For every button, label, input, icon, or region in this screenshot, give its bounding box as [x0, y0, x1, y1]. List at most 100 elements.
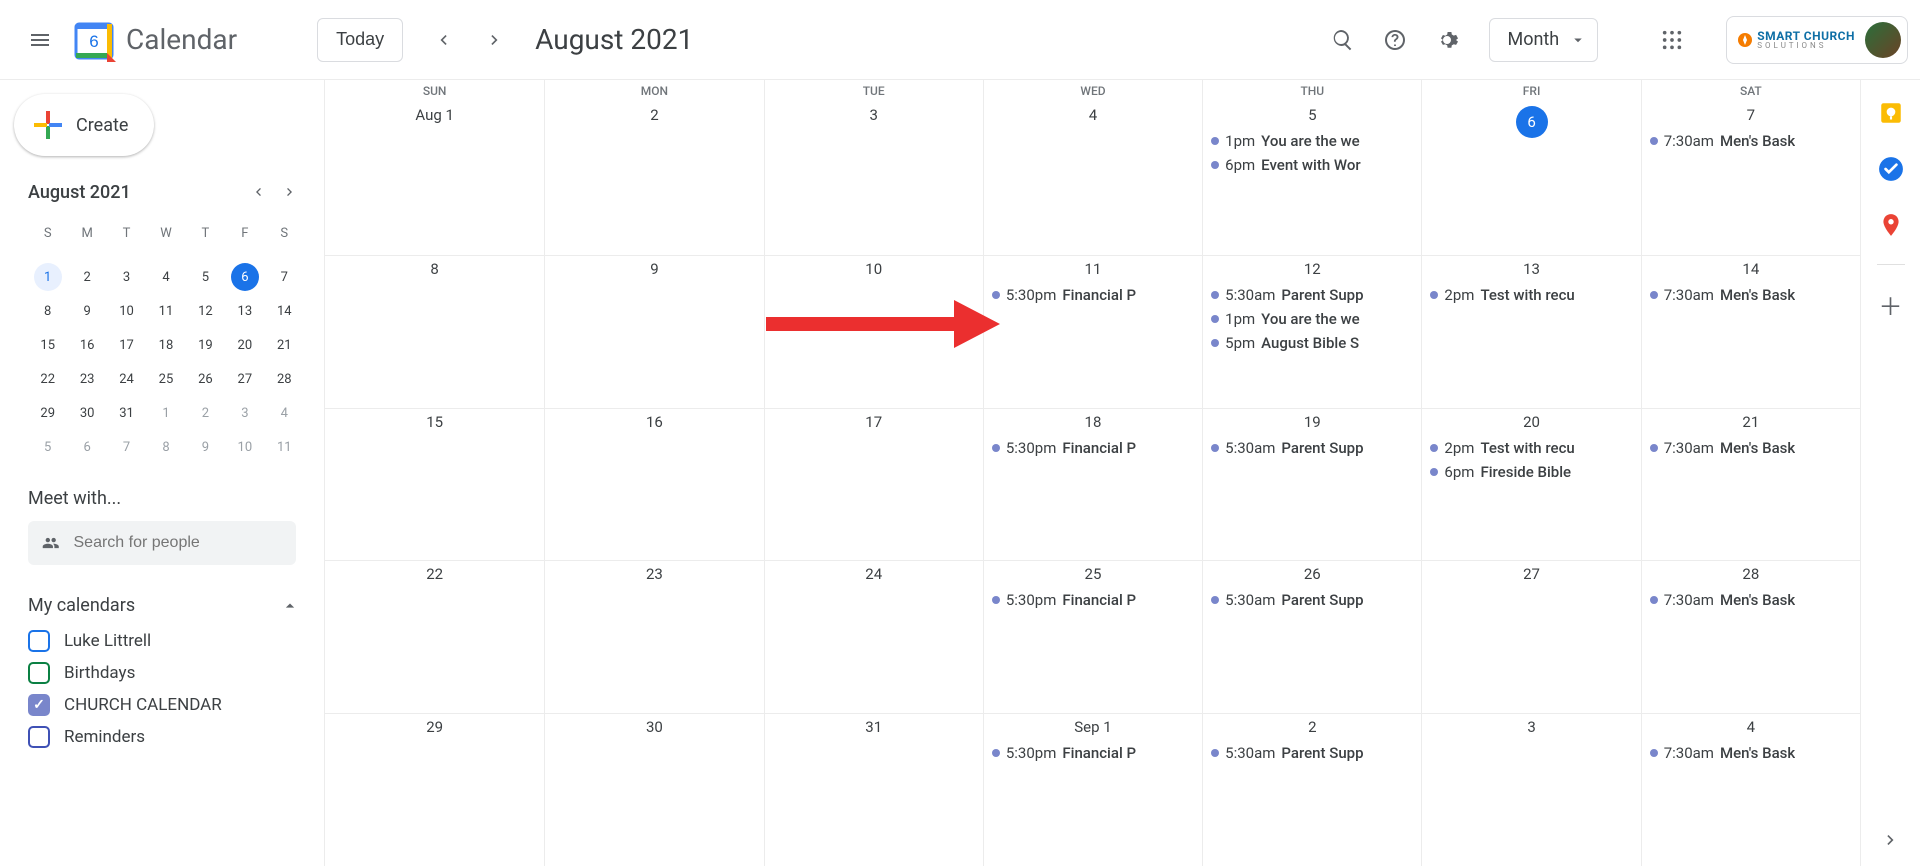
event-chip[interactable]: 6pmFireside Bible	[1426, 461, 1636, 483]
day-cell[interactable]: 217:30amMen's Bask	[1641, 409, 1860, 561]
mini-day-cell[interactable]: 1	[34, 263, 62, 291]
day-cell[interactable]: 2	[544, 102, 763, 255]
day-cell[interactable]: 31	[764, 714, 983, 866]
event-chip[interactable]: 5:30amParent Supp	[1207, 437, 1417, 459]
next-period-button[interactable]	[475, 20, 515, 60]
mini-day-cell[interactable]: 11	[270, 433, 298, 461]
day-cell[interactable]: 125:30amParent Supp1pmYou are the we5pmA…	[1202, 256, 1421, 408]
event-chip[interactable]: 5:30amParent Supp	[1207, 589, 1417, 611]
mini-day-cell[interactable]: 1	[152, 399, 180, 427]
event-chip[interactable]: 1pmYou are the we	[1207, 130, 1417, 152]
day-cell[interactable]: 77:30amMen's Bask	[1641, 102, 1860, 255]
mini-day-cell[interactable]: 15	[34, 331, 62, 359]
mini-day-cell[interactable]: 10	[113, 297, 141, 325]
mini-day-cell[interactable]: 6	[73, 433, 101, 461]
avatar[interactable]	[1865, 22, 1901, 58]
search-people-field[interactable]	[28, 521, 296, 565]
mini-day-cell[interactable]: 24	[113, 365, 141, 393]
day-cell[interactable]: Sep 15:30pmFinancial P	[983, 714, 1202, 866]
support-button[interactable]	[1371, 16, 1419, 64]
mini-day-cell[interactable]: 5	[34, 433, 62, 461]
mini-day-cell[interactable]: 7	[270, 263, 298, 291]
settings-button[interactable]	[1423, 16, 1471, 64]
search-button[interactable]	[1319, 16, 1367, 64]
calendar-checkbox[interactable]	[28, 726, 50, 748]
today-button[interactable]: Today	[317, 18, 403, 62]
day-cell[interactable]: 47:30amMen's Bask	[1641, 714, 1860, 866]
calendar-checkbox[interactable]	[28, 662, 50, 684]
mini-day-cell[interactable]: 14	[270, 297, 298, 325]
day-cell[interactable]: 147:30amMen's Bask	[1641, 256, 1860, 408]
day-cell[interactable]: 29	[325, 714, 544, 866]
event-chip[interactable]: 6pmEvent with Wor	[1207, 154, 1417, 176]
day-cell[interactable]: 115:30pmFinancial P	[983, 256, 1202, 408]
event-chip[interactable]: 7:30amMen's Bask	[1646, 284, 1856, 306]
collapse-side-panel-button[interactable]	[1873, 822, 1909, 858]
day-cell[interactable]: 132pmTest with recu	[1421, 256, 1640, 408]
day-cell[interactable]: 15	[325, 409, 544, 561]
calendar-list-item[interactable]: CHURCH CALENDAR	[28, 694, 300, 716]
day-cell[interactable]: 3	[764, 102, 983, 255]
calendar-list-item[interactable]: Reminders	[28, 726, 300, 748]
mini-day-cell[interactable]: 31	[113, 399, 141, 427]
account-chip[interactable]: SMART CHURCH S O L U T I O N S	[1726, 16, 1908, 64]
mini-day-cell[interactable]: 4	[270, 399, 298, 427]
mini-day-cell[interactable]: 13	[231, 297, 259, 325]
mini-day-cell[interactable]: 23	[73, 365, 101, 393]
mini-day-cell[interactable]: 29	[34, 399, 62, 427]
app-logo[interactable]: 6 Calendar	[72, 18, 237, 62]
mini-day-cell[interactable]: 20	[231, 331, 259, 359]
mini-day-cell[interactable]: 3	[231, 399, 259, 427]
day-cell[interactable]: 25:30amParent Supp	[1202, 714, 1421, 866]
day-cell[interactable]: 22	[325, 561, 544, 713]
day-cell[interactable]: 265:30amParent Supp	[1202, 561, 1421, 713]
mini-day-cell[interactable]: 17	[113, 331, 141, 359]
event-chip[interactable]: 7:30amMen's Bask	[1646, 589, 1856, 611]
event-chip[interactable]: 1pmYou are the we	[1207, 308, 1417, 330]
mini-day-cell[interactable]: 4	[152, 263, 180, 291]
mini-day-cell[interactable]: 8	[152, 433, 180, 461]
mini-day-cell[interactable]: 8	[34, 297, 62, 325]
mini-day-cell[interactable]: 9	[191, 433, 219, 461]
mini-day-cell[interactable]: 25	[152, 365, 180, 393]
event-chip[interactable]: 5:30amParent Supp	[1207, 742, 1417, 764]
mini-day-cell[interactable]: 5	[191, 263, 219, 291]
event-chip[interactable]: 5pmAugust Bible S	[1207, 332, 1417, 354]
event-chip[interactable]: 5:30pmFinancial P	[988, 742, 1198, 764]
event-chip[interactable]: 5:30pmFinancial P	[988, 437, 1198, 459]
day-cell[interactable]: 287:30amMen's Bask	[1641, 561, 1860, 713]
google-apps-button[interactable]	[1648, 16, 1696, 64]
event-chip[interactable]: 5:30amParent Supp	[1207, 284, 1417, 306]
mini-prev-button[interactable]	[244, 178, 272, 206]
event-chip[interactable]: 7:30amMen's Bask	[1646, 742, 1856, 764]
calendar-list-item[interactable]: Birthdays	[28, 662, 300, 684]
day-cell[interactable]: 4	[983, 102, 1202, 255]
mini-day-cell[interactable]: 18	[152, 331, 180, 359]
mini-day-cell[interactable]: 22	[34, 365, 62, 393]
day-cell[interactable]: 195:30amParent Supp	[1202, 409, 1421, 561]
event-chip[interactable]: 5:30pmFinancial P	[988, 589, 1198, 611]
mini-day-cell[interactable]: 9	[73, 297, 101, 325]
search-people-input[interactable]	[72, 533, 283, 553]
event-chip[interactable]: 2pmTest with recu	[1426, 437, 1636, 459]
event-chip[interactable]: 7:30amMen's Bask	[1646, 437, 1856, 459]
day-cell[interactable]: 9	[544, 256, 763, 408]
mini-day-cell[interactable]: 2	[73, 263, 101, 291]
mini-day-cell[interactable]: 16	[73, 331, 101, 359]
calendar-checkbox[interactable]	[28, 630, 50, 652]
event-chip[interactable]: 7:30amMen's Bask	[1646, 130, 1856, 152]
day-cell[interactable]: 185:30pmFinancial P	[983, 409, 1202, 561]
day-cell[interactable]: Aug 1	[325, 102, 544, 255]
day-cell[interactable]: 17	[764, 409, 983, 561]
mini-day-cell[interactable]: 6	[231, 263, 259, 291]
day-cell[interactable]: 6	[1421, 102, 1640, 255]
prev-period-button[interactable]	[423, 20, 463, 60]
mini-day-cell[interactable]: 26	[191, 365, 219, 393]
day-cell[interactable]: 10	[764, 256, 983, 408]
day-cell[interactable]: 24	[764, 561, 983, 713]
day-cell[interactable]: 8	[325, 256, 544, 408]
mini-day-cell[interactable]: 21	[270, 331, 298, 359]
mini-day-cell[interactable]: 19	[191, 331, 219, 359]
day-cell[interactable]: 202pmTest with recu6pmFireside Bible	[1421, 409, 1640, 561]
mini-day-cell[interactable]: 10	[231, 433, 259, 461]
